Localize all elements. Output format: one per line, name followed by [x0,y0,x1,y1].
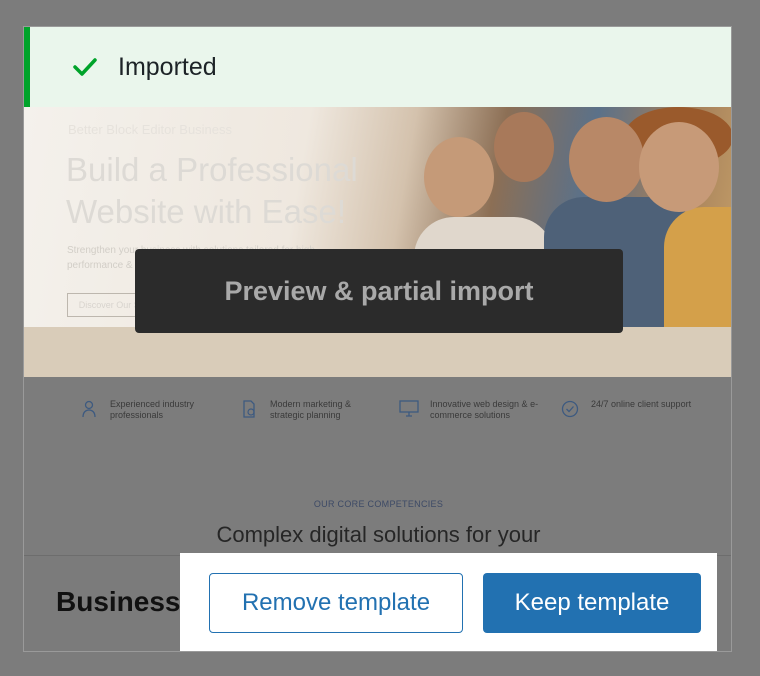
monitor-code-icon [399,399,419,419]
hero-photo-shape [569,117,644,202]
hero-photo-shape [639,122,719,212]
hero-title-line: Website with Ease! [66,193,347,230]
template-preview-hero: Better Block Editor Business Build a Pro… [24,107,731,377]
document-chart-icon [239,399,259,419]
competencies-label: OUR CORE COMPETENCIES [313,499,444,509]
hero-photo-shape [24,327,731,377]
features-row: Experienced industry professionals Moder… [24,377,731,442]
template-name: Business [56,586,181,617]
person-icon [79,399,99,419]
hero-title: Build a Professional Website with Ease! [66,149,358,233]
hero-photo-shape [424,137,494,217]
preview-partial-import-button[interactable]: Preview & partial import [135,249,623,333]
keep-template-button[interactable]: Keep template [483,573,701,633]
hero-eyebrow: Better Block Editor Business [68,122,233,137]
competencies-title: Complex digital solutions for your [216,522,541,547]
hero-title-line: Build a Professional [66,151,358,188]
feature-item: Experienced industry professionals [79,399,220,421]
check-icon [70,52,100,82]
feature-item: 24/7 online client support [560,399,701,419]
feature-text: 24/7 online client support [591,399,692,409]
feature-text: Modern marketing & strategic planning [270,399,352,420]
feature-text: Innovative web design & e-commerce solut… [430,399,539,420]
remove-template-button[interactable]: Remove template [209,573,463,633]
feature-text: Experienced industry professionals [110,399,195,420]
badge-check-icon [560,399,580,419]
feature-item: Modern marketing & strategic planning [239,399,380,421]
notice-text: Imported [118,52,217,81]
feature-item: Innovative web design & e-commerce solut… [399,399,540,421]
import-notice: Imported [24,27,731,107]
hero-photo-shape [494,112,554,182]
